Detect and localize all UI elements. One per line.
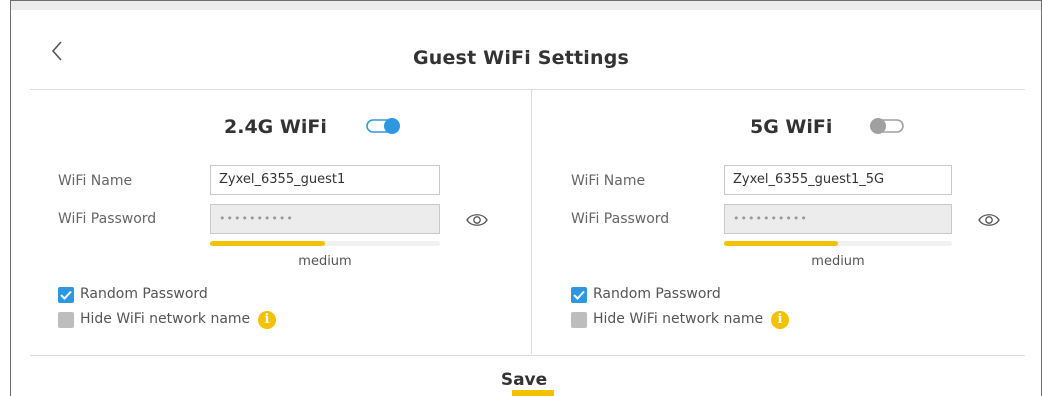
hide-network-name-checkbox-24g[interactable] [58,312,74,328]
random-password-checkbox-5g[interactable] [571,287,587,303]
footer-divider [30,355,1025,356]
password-strength-fill-24g [210,241,325,246]
page-title: Guest WiFi Settings [412,47,630,69]
info-icon[interactable]: i [771,311,789,329]
wifi-password-input-5g[interactable]: •••••••••• [724,204,952,234]
hide-network-name-checkbox-5g[interactable] [571,312,587,328]
eye-icon [466,214,488,226]
wifi-name-input-5g[interactable]: Zyxel_6355_guest1_5G [724,165,952,195]
show-password-button-5g[interactable] [978,212,1000,228]
column-divider [531,90,532,354]
random-password-label-5g[interactable]: Random Password [593,286,721,302]
hide-network-name-label-5g[interactable]: Hide WiFi network name [593,311,763,327]
password-strength-label-5g: medium [811,254,865,269]
header-divider [30,89,1025,90]
wifi-password-label-5g: WiFi Password [571,211,670,227]
wifi-password-label-24g: WiFi Password [58,211,157,227]
wifi-password-input-24g[interactable]: •••••••••• [210,204,440,234]
password-strength-fill-5g [724,241,838,246]
password-strength-bar-24g [210,241,440,246]
random-password-checkbox-24g[interactable] [58,287,74,303]
info-icon[interactable]: i [258,311,276,329]
hide-network-name-label-24g[interactable]: Hide WiFi network name [80,311,250,327]
wifi-name-input-24g[interactable]: Zyxel_6355_guest1 [210,165,440,195]
checkmark-icon [60,290,72,300]
checkmark-icon [573,290,585,300]
wifi-name-label-24g: WiFi Name [58,173,133,189]
toggle-24g[interactable] [366,117,402,135]
random-password-label-24g[interactable]: Random Password [80,286,208,302]
show-password-button-24g[interactable] [466,212,488,228]
wifi-name-label-5g: WiFi Name [571,173,646,189]
password-strength-label-24g: medium [298,254,352,269]
eye-icon [978,214,1000,226]
save-accent [512,390,554,396]
toggle-off-icon [870,118,904,134]
toggle-5g[interactable] [868,117,904,135]
save-label: Save [500,370,548,390]
band-title-5g: 5G WiFi [750,116,833,138]
toggle-on-icon [366,118,400,134]
password-strength-bar-5g [724,241,952,246]
band-title-24g: 2.4G WiFi [224,116,327,138]
save-button[interactable]: Save [488,370,560,396]
